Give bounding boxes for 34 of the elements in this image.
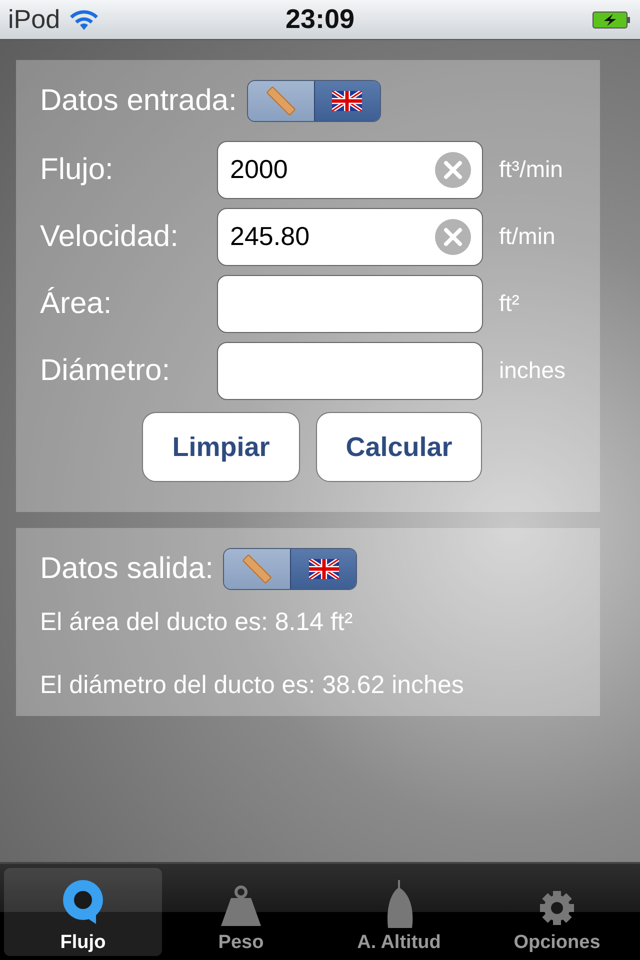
unit-toggle[interactable] [223,548,358,590]
flag-icon [332,91,362,111]
tab[interactable]: Peso [162,868,320,956]
unit-toggle[interactable] [246,80,381,122]
result-text: El área del ducto es: 8.14 ft² [40,608,354,637]
unit-label: ft³/min [499,156,563,183]
tab[interactable]: Flujo [4,868,162,956]
input-field[interactable]: 2000 [217,140,483,198]
wifi-icon [70,8,98,30]
action-button[interactable]: Limpiar [142,412,300,482]
flag-icon [308,559,339,579]
unit-label: inches [499,357,566,384]
section-title: Datos entrada: [40,84,237,118]
field-label: Velocidad: [40,220,180,254]
tab[interactable]: Opciones [478,868,636,956]
settings-icon [537,888,577,928]
clock: 23:09 [285,4,355,35]
result-text: El diámetro del ducto es: 38.62 inches [40,671,465,700]
input-field[interactable] [217,274,483,332]
section-title: Datos salida: [40,552,214,586]
unit-label: ft/min [499,223,556,250]
flag-segment[interactable] [314,81,380,121]
battery-icon [592,10,632,30]
tab[interactable]: A. Altitud [320,868,478,956]
carrier-label: iPod [8,4,60,35]
input-field[interactable]: 245.80 [217,208,483,266]
unit-label: ft² [499,290,520,317]
input-field[interactable] [217,342,483,400]
field-label: Diámetro: [40,354,172,388]
flag-segment[interactable] [290,549,356,589]
field-label: Flujo: [40,152,114,186]
weight-icon [219,884,263,928]
field-label: Área: [40,286,113,320]
action-button[interactable]: Calcular [316,412,482,482]
